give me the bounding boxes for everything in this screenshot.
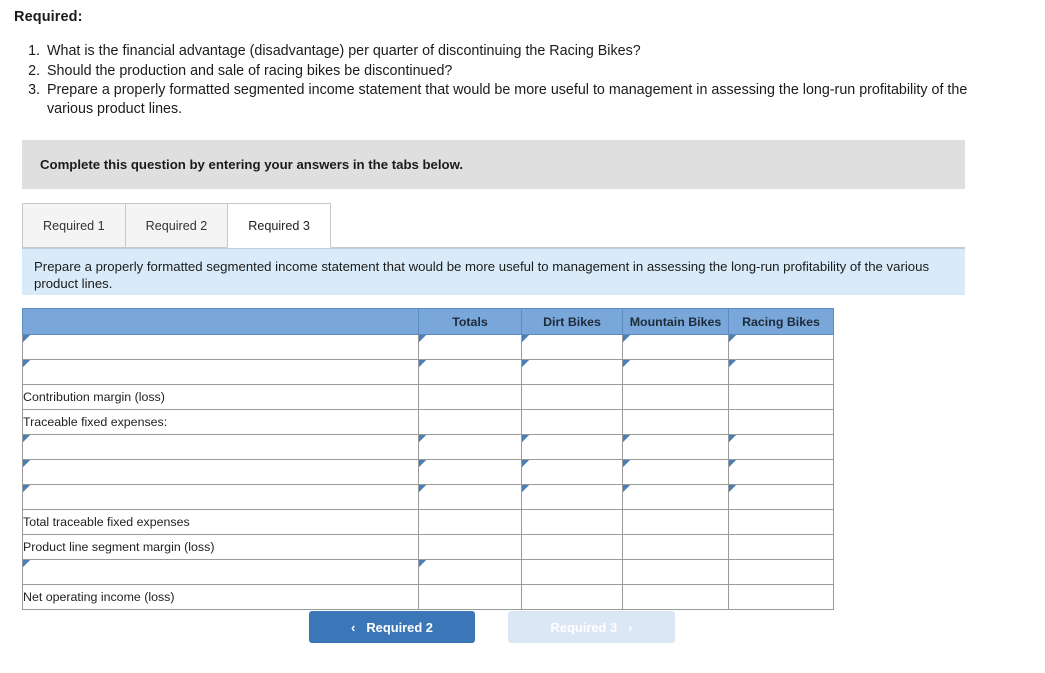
page-root: Required: What is the financial advantag… (0, 0, 1045, 673)
racing-bikes-input-3[interactable] (728, 434, 834, 460)
line-item-select-5[interactable] (22, 484, 419, 510)
table-row: Net operating income (loss) (22, 584, 834, 610)
column-header-line-item (22, 308, 419, 335)
dirt-bikes-input-2[interactable] (521, 359, 623, 385)
mountain-bikes-value-traceable-header (622, 409, 729, 435)
dirt-bikes-value-segment-margin (521, 534, 623, 560)
required-list: What is the financial advantage (disadva… (22, 42, 972, 119)
table-row (22, 559, 834, 585)
mountain-bikes-input-3[interactable] (622, 434, 729, 460)
table-row (22, 334, 834, 360)
mountain-bikes-value-contribution-margin (622, 384, 729, 410)
racing-bikes-value-traceable-header (728, 409, 834, 435)
dirt-bikes-value-total-traceable (521, 509, 623, 535)
tab-bar: Required 1 Required 2 Required 3 (22, 203, 965, 248)
racing-bikes-input-1[interactable] (728, 334, 834, 360)
row-label-contribution-margin: Contribution margin (loss) (22, 384, 419, 410)
tab-required-1[interactable]: Required 1 (22, 203, 126, 247)
racing-bikes-spacer-2 (728, 584, 834, 610)
dirt-bikes-input-5[interactable] (521, 484, 623, 510)
table-row (22, 459, 834, 485)
totals-input-1[interactable] (418, 334, 522, 360)
totals-value-net-operating-income (418, 584, 522, 610)
totals-input-4[interactable] (418, 459, 522, 485)
line-item-select-6[interactable] (22, 559, 419, 585)
chevron-right-icon: › (628, 619, 633, 635)
racing-bikes-value-total-traceable (728, 509, 834, 535)
table-row: Total traceable fixed expenses (22, 509, 834, 535)
required-item-3: Prepare a properly formatted segmented i… (44, 81, 972, 118)
table-header-row: Totals Dirt Bikes Mountain Bikes Racing … (22, 308, 834, 335)
complete-question-text: Complete this question by entering your … (40, 157, 464, 172)
mountain-bikes-spacer-1 (622, 559, 729, 585)
mountain-bikes-value-segment-margin (622, 534, 729, 560)
dirt-bikes-input-1[interactable] (521, 334, 623, 360)
mountain-bikes-input-5[interactable] (622, 484, 729, 510)
line-item-select-3[interactable] (22, 434, 419, 460)
table-row (22, 484, 834, 510)
line-item-select-1[interactable] (22, 334, 419, 360)
racing-bikes-input-2[interactable] (728, 359, 834, 385)
table-row: Traceable fixed expenses: (22, 409, 834, 435)
complete-question-bar: Complete this question by entering your … (22, 140, 965, 189)
table-row (22, 434, 834, 460)
column-header-racing-bikes: Racing Bikes (728, 308, 834, 335)
mountain-bikes-spacer-2 (622, 584, 729, 610)
totals-input-6[interactable] (418, 559, 522, 585)
dirt-bikes-spacer-2 (521, 584, 623, 610)
totals-value-traceable-header (418, 409, 522, 435)
racing-bikes-value-contribution-margin (728, 384, 834, 410)
required-item-1: What is the financial advantage (disadva… (44, 42, 972, 61)
table-row: Product line segment margin (loss) (22, 534, 834, 560)
column-header-dirt-bikes: Dirt Bikes (521, 308, 623, 335)
dirt-bikes-value-contribution-margin (521, 384, 623, 410)
row-label-net-operating-income: Net operating income (loss) (22, 584, 419, 610)
mountain-bikes-input-1[interactable] (622, 334, 729, 360)
totals-value-total-traceable (418, 509, 522, 535)
column-header-mountain-bikes: Mountain Bikes (622, 308, 729, 335)
row-label-traceable-fixed-expenses: Traceable fixed expenses: (22, 409, 419, 435)
tab-navigation: ‹ Required 2 Required 3 › (309, 611, 675, 643)
previous-button-label: Required 2 (366, 619, 433, 635)
previous-required-2-button[interactable]: ‹ Required 2 (309, 611, 475, 643)
totals-input-2[interactable] (418, 359, 522, 385)
instruction-text: Prepare a properly formatted segmented i… (34, 259, 930, 291)
table-row: Contribution margin (loss) (22, 384, 834, 410)
totals-input-5[interactable] (418, 484, 522, 510)
row-label-product-line-segment-margin: Product line segment margin (loss) (22, 534, 419, 560)
tab-required-2[interactable]: Required 2 (124, 203, 229, 247)
totals-input-3[interactable] (418, 434, 522, 460)
row-label-total-traceable-fixed-expenses: Total traceable fixed expenses (22, 509, 419, 535)
line-item-select-4[interactable] (22, 459, 419, 485)
next-button-label: Required 3 (550, 619, 618, 635)
mountain-bikes-input-2[interactable] (622, 359, 729, 385)
column-header-totals: Totals (418, 308, 522, 335)
racing-bikes-input-5[interactable] (728, 484, 834, 510)
tab-required-3[interactable]: Required 3 (227, 203, 331, 248)
totals-value-contribution-margin (418, 384, 522, 410)
dirt-bikes-input-4[interactable] (521, 459, 623, 485)
dirt-bikes-value-traceable-header (521, 409, 623, 435)
required-heading: Required: (14, 9, 83, 25)
racing-bikes-input-4[interactable] (728, 459, 834, 485)
instruction-panel: Prepare a properly formatted segmented i… (22, 248, 965, 295)
table-row (22, 359, 834, 385)
dirt-bikes-spacer-1 (521, 559, 623, 585)
required-item-2: Should the production and sale of racing… (44, 62, 972, 81)
mountain-bikes-input-4[interactable] (622, 459, 729, 485)
racing-bikes-spacer-1 (728, 559, 834, 585)
totals-value-segment-margin (418, 534, 522, 560)
mountain-bikes-value-total-traceable (622, 509, 729, 535)
chevron-left-icon: ‹ (351, 619, 356, 635)
next-required-3-button[interactable]: Required 3 › (508, 611, 675, 643)
line-item-select-2[interactable] (22, 359, 419, 385)
segmented-income-statement-table: Totals Dirt Bikes Mountain Bikes Racing … (22, 308, 834, 610)
dirt-bikes-input-3[interactable] (521, 434, 623, 460)
racing-bikes-value-segment-margin (728, 534, 834, 560)
